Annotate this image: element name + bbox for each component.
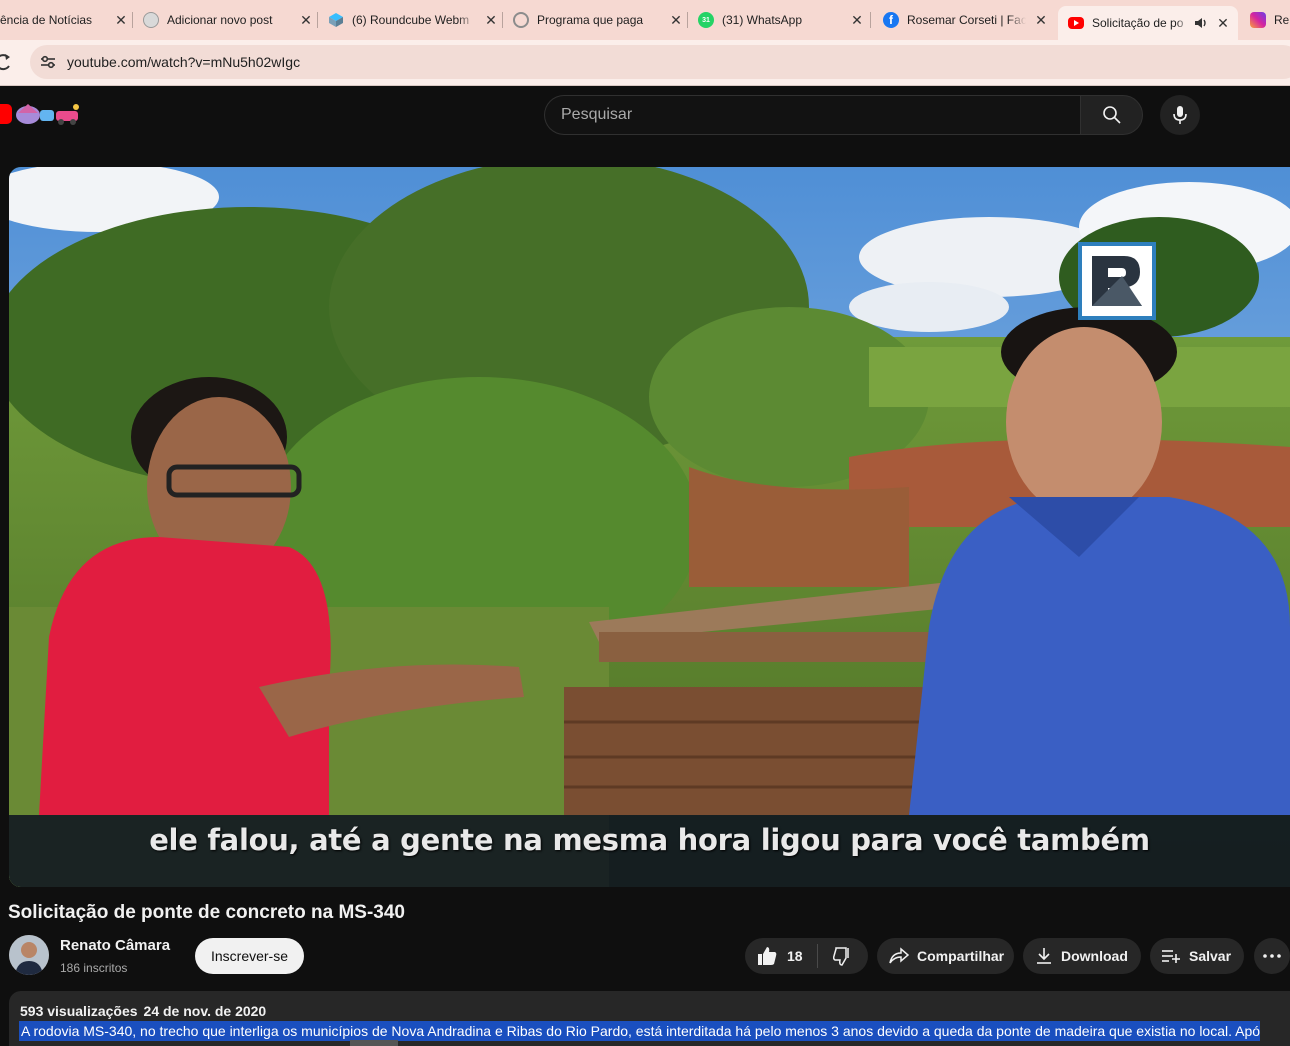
whatsapp-icon: 31 bbox=[698, 12, 714, 28]
voice-search-button[interactable] bbox=[1160, 95, 1200, 135]
browser-tab[interactable]: Adicionar novo post ✕ bbox=[143, 0, 315, 40]
loading-icon bbox=[513, 12, 529, 28]
share-button[interactable]: Compartilhar bbox=[877, 938, 1014, 974]
browser-tab[interactable]: f Rosemar Corseti | Fac ✕ bbox=[883, 0, 1050, 40]
like-count: 18 bbox=[787, 948, 803, 964]
address-bar[interactable]: youtube.com/watch?v=mNu5h02wIgc bbox=[30, 45, 1290, 79]
tab-title: (31) WhatsApp bbox=[722, 13, 803, 27]
close-icon[interactable]: ✕ bbox=[297, 12, 315, 29]
video-title: Solicitação de ponte de concreto na MS-3… bbox=[8, 902, 405, 923]
tab-title: ência de Notícias bbox=[0, 13, 93, 27]
browser-tab-strip: ência de Notícias ✕ Adicionar novo post … bbox=[0, 0, 1290, 40]
playlist-add-icon bbox=[1161, 948, 1181, 964]
subscriber-count: 186 inscritos bbox=[60, 961, 128, 975]
like-dislike-group: 18 bbox=[745, 938, 868, 974]
tab-title: Adicionar novo post bbox=[167, 13, 273, 27]
dislike-button[interactable] bbox=[818, 938, 868, 974]
upload-date: 24 de nov. de 2020 bbox=[143, 1003, 267, 1019]
horizontal-scroll-thumb[interactable] bbox=[350, 1040, 398, 1046]
thumbs-down-icon bbox=[833, 946, 853, 966]
tab-separator bbox=[502, 12, 503, 28]
tab-title: Solicitação de po bbox=[1092, 16, 1184, 30]
browser-tab-active[interactable]: Solicitação de po ✕ bbox=[1058, 6, 1238, 40]
url-text: youtube.com/watch?v=mNu5h02wIgc bbox=[67, 54, 301, 70]
browser-toolbar: youtube.com/watch?v=mNu5h02wIgc bbox=[0, 40, 1290, 86]
description-text[interactable]: A rodovia MS-340, no trecho que interlig… bbox=[19, 1021, 1260, 1041]
channel-name[interactable]: Renato Câmara bbox=[60, 937, 170, 954]
youtube-logo[interactable] bbox=[0, 104, 12, 124]
tab-separator bbox=[317, 12, 318, 28]
video-subtitle: ele falou, até a gente na mesma hora lig… bbox=[149, 823, 1150, 857]
download-icon bbox=[1035, 947, 1053, 965]
like-button[interactable]: 18 bbox=[745, 938, 817, 974]
browser-tab[interactable]: Programa que paga ✕ bbox=[513, 0, 685, 40]
download-label: Download bbox=[1061, 948, 1128, 964]
close-icon[interactable]: ✕ bbox=[848, 12, 866, 29]
tab-title: Re bbox=[1274, 13, 1290, 27]
share-icon bbox=[889, 947, 909, 965]
download-button[interactable]: Download bbox=[1023, 938, 1141, 974]
tab-title: (6) Roundcube Webm bbox=[352, 13, 470, 27]
roundcube-icon bbox=[328, 12, 344, 28]
browser-tab[interactable]: 31 (31) WhatsApp ✕ bbox=[698, 0, 866, 40]
share-label: Compartilhar bbox=[917, 948, 1005, 964]
microphone-icon bbox=[1172, 105, 1188, 125]
reload-icon[interactable] bbox=[0, 51, 16, 73]
search-button[interactable] bbox=[1080, 95, 1143, 135]
tab-badge: 31 bbox=[702, 16, 710, 24]
tab-title: Programa que paga bbox=[537, 13, 644, 27]
thumbs-up-icon bbox=[757, 946, 777, 966]
description-meta: 593 visualizações 24 de nov. de 2020 bbox=[20, 1003, 266, 1019]
wordpress-icon bbox=[143, 12, 159, 28]
close-icon[interactable]: ✕ bbox=[112, 12, 130, 29]
subscribe-button[interactable]: Inscrever-se bbox=[195, 938, 304, 974]
more-horizontal-icon bbox=[1263, 954, 1281, 958]
instagram-icon bbox=[1250, 12, 1266, 28]
site-settings-icon[interactable] bbox=[35, 49, 61, 75]
close-icon[interactable]: ✕ bbox=[667, 12, 685, 29]
youtube-icon bbox=[1068, 17, 1084, 29]
browser-tab[interactable]: ência de Notícias ✕ bbox=[0, 0, 130, 40]
tab-separator bbox=[132, 12, 133, 28]
speaker-icon[interactable] bbox=[1194, 16, 1208, 30]
search-input[interactable] bbox=[561, 106, 1081, 124]
video-player[interactable]: ele falou, até a gente na mesma hora lig… bbox=[9, 167, 1290, 887]
close-icon[interactable]: ✕ bbox=[1032, 12, 1050, 29]
close-icon[interactable]: ✕ bbox=[1214, 15, 1232, 32]
channel-watermark-logo bbox=[1078, 242, 1156, 320]
search-box bbox=[544, 95, 1081, 135]
tab-separator bbox=[687, 12, 688, 28]
browser-tab[interactable]: Re bbox=[1250, 0, 1290, 40]
save-label: Salvar bbox=[1189, 948, 1232, 964]
channel-avatar[interactable] bbox=[9, 935, 49, 975]
close-icon[interactable]: ✕ bbox=[482, 12, 500, 29]
tab-title: Rosemar Corseti | Fac bbox=[907, 13, 1026, 27]
browser-tab[interactable]: (6) Roundcube Webm ✕ bbox=[328, 0, 500, 40]
tab-separator bbox=[870, 12, 871, 28]
view-count: 593 visualizações bbox=[20, 1003, 138, 1019]
facebook-icon: f bbox=[883, 12, 899, 28]
search-icon bbox=[1102, 105, 1122, 125]
youtube-doodle-logo[interactable] bbox=[14, 101, 84, 125]
save-button[interactable]: Salvar bbox=[1150, 938, 1244, 974]
more-actions-button[interactable] bbox=[1254, 938, 1290, 974]
